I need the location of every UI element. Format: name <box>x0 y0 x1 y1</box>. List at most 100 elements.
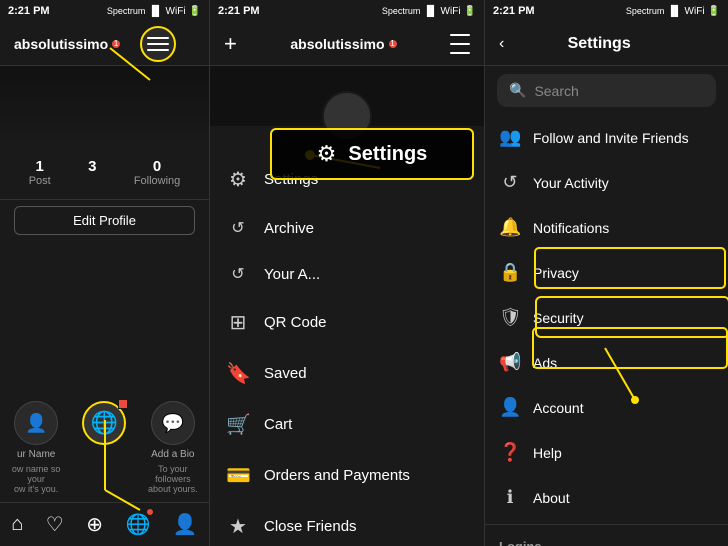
settings-item-follow[interactable]: 👥 Follow and Invite Friends <box>485 115 728 160</box>
back-button[interactable]: ‹ <box>499 35 504 53</box>
menu-item-saved[interactable]: 🔖 Saved <box>210 348 484 399</box>
settings-item-activity[interactable]: ↺ Your Activity <box>485 160 728 205</box>
search-icon-right: 🔍 <box>509 82 526 99</box>
add-icon[interactable]: ⊕ <box>86 512 103 537</box>
menu-item-activity[interactable]: ↺ Your A... <box>210 251 484 297</box>
menu-item-cart[interactable]: 🛒 Cart <box>210 399 484 450</box>
menu-item-close-friends[interactable]: ★ Close Friends <box>210 501 484 546</box>
right-panel: 2:21 PM Spectrum ▐▌ WiFi 🔋 ‹ Settings 🔍 … <box>485 0 728 546</box>
profile-icon[interactable]: 👤 <box>173 512 198 537</box>
posts-count: 1 <box>29 158 51 175</box>
edit-profile-button[interactable]: Edit Profile <box>14 206 195 235</box>
carrier-left: Spectrum <box>107 6 146 16</box>
status-bar-left: 2:21 PM Spectrum ▐▌ WiFi 🔋 <box>0 0 209 22</box>
posts-label: Post <box>29 175 51 187</box>
qr-icon: ⊞ <box>226 310 250 335</box>
middle-panel: 2:21 PM Spectrum ▐▌ WiFi 🔋 + absolutissi… <box>210 0 485 546</box>
avatar-badge <box>118 399 128 409</box>
settings-item-security[interactable]: 🛡 Security <box>485 295 728 340</box>
ads-label: Ads <box>533 355 557 371</box>
help-icon: ❓ <box>499 442 521 463</box>
settings-header: ‹ Settings <box>485 22 728 66</box>
menu-item-orders[interactable]: 💳 Orders and Payments <box>210 450 484 501</box>
security-label: Security <box>533 310 584 326</box>
bottom-nav-left: ⌂ ♡ ⊕ 🌐 👤 <box>0 502 209 546</box>
settings-item-ads[interactable]: 📢 Ads <box>485 340 728 385</box>
saved-label: Saved <box>264 365 307 382</box>
wifi-icon-right: WiFi <box>685 6 705 17</box>
profile-option-bio: 💬 Add a Bio To your followersabout yours… <box>141 401 205 494</box>
stat-posts: 1 Post <box>29 158 51 187</box>
time-right: 2:21 PM <box>493 5 535 17</box>
notifications-icon: 🔔 <box>499 217 521 238</box>
stat-followers: 3 <box>88 158 96 187</box>
reels-badge <box>146 508 154 516</box>
left-panel: 2:21 PM Spectrum ▐▌ WiFi 🔋 absolutissimo… <box>0 0 210 546</box>
activity-label: Your A... <box>264 266 320 283</box>
profile-option-avatar: 🌐 <box>72 401 136 494</box>
archive-label: Archive <box>264 220 314 237</box>
battery-icon-right: 🔋 <box>708 6 720 17</box>
time-left: 2:21 PM <box>8 5 50 17</box>
home-icon[interactable]: ⌂ <box>11 513 23 536</box>
profile-options: 👤 ur Name ow name so yourow it's you. 🌐 … <box>0 393 209 502</box>
wifi-icon: WiFi <box>166 6 186 17</box>
notifications-label: Notifications <box>533 220 609 236</box>
status-bar-mid: 2:21 PM Spectrum ▐▌ WiFi 🔋 <box>210 0 484 22</box>
signal-icon-mid: ▐▌ <box>423 6 437 17</box>
settings-item-about[interactable]: ℹ About <box>485 475 728 520</box>
about-icon: ℹ <box>499 487 521 508</box>
status-icons-left: Spectrum ▐▌ WiFi 🔋 <box>107 6 201 17</box>
signal-icon: ▐▌ <box>148 6 162 17</box>
settings-item-privacy[interactable]: 🔒 Privacy <box>485 250 728 295</box>
notification-dot-mid: 1 <box>389 40 397 48</box>
settings-page-title: Settings <box>568 35 631 53</box>
saved-icon: 🔖 <box>226 361 250 386</box>
notification-dot-left: 1 <box>112 40 120 48</box>
hamburger-mid[interactable] <box>450 34 470 54</box>
settings-items-list: 👥 Follow and Invite Friends ↺ Your Activ… <box>485 115 728 546</box>
menu-items-list: ⚙ Settings ↺ Archive ↺ Your A... ⊞ QR Co… <box>210 146 484 546</box>
status-bar-right: 2:21 PM Spectrum ▐▌ WiFi 🔋 <box>485 0 728 22</box>
battery-icon: 🔋 <box>189 6 201 17</box>
orders-label: Orders and Payments <box>264 467 410 484</box>
settings-divider <box>485 524 728 525</box>
hamburger-icon <box>147 37 169 51</box>
username-left: absolutissimo 1 <box>14 36 120 52</box>
settings-item-account[interactable]: 👤 Account <box>485 385 728 430</box>
about-label: About <box>533 490 570 506</box>
menu-item-settings[interactable]: ⚙ Settings <box>210 154 484 205</box>
qr-label: QR Code <box>264 314 327 331</box>
profile-cover <box>0 66 209 146</box>
wifi-icon-mid: WiFi <box>441 6 461 17</box>
following-label: Following <box>134 175 180 187</box>
add-bio-label: Add a Bio <box>151 449 194 460</box>
cart-icon: 🛒 <box>226 412 250 437</box>
menu-item-archive[interactable]: ↺ Archive <box>210 205 484 251</box>
name-desc: ow name so yourow it's you. <box>4 464 68 494</box>
settings-label: Settings <box>264 171 318 188</box>
username-mid-container: absolutissimo 1 <box>290 36 396 52</box>
settings-item-notifications[interactable]: 🔔 Notifications <box>485 205 728 250</box>
hamburger-button[interactable] <box>140 26 176 62</box>
add-bio-icon[interactable]: 💬 <box>151 401 195 445</box>
logins-section-label: Logins <box>485 529 728 546</box>
heart-icon[interactable]: ♡ <box>46 512 64 537</box>
menu-item-qr[interactable]: ⊞ QR Code <box>210 297 484 348</box>
ads-icon: 📢 <box>499 352 521 373</box>
privacy-label: Privacy <box>533 265 579 281</box>
profile-content-area: 👤 ur Name ow name so yourow it's you. 🌐 … <box>0 241 209 502</box>
cart-label: Cart <box>264 416 292 433</box>
profile-stats: 1 Post 3 0 Following <box>0 146 209 200</box>
reels-icon[interactable]: 🌐 <box>125 512 150 537</box>
add-name-icon[interactable]: 👤 <box>14 401 58 445</box>
settings-search-bar[interactable]: 🔍 Search <box>497 74 716 107</box>
plus-icon[interactable]: + <box>224 31 237 57</box>
settings-item-help[interactable]: ❓ Help <box>485 430 728 475</box>
avatar-mid <box>322 91 372 141</box>
profile-header-left: absolutissimo 1 <box>0 22 209 66</box>
signal-icon-right: ▐▌ <box>667 6 681 17</box>
username-mid: absolutissimo <box>290 36 384 52</box>
stat-following: 0 Following <box>134 158 180 187</box>
carrier-right: Spectrum <box>626 6 665 16</box>
